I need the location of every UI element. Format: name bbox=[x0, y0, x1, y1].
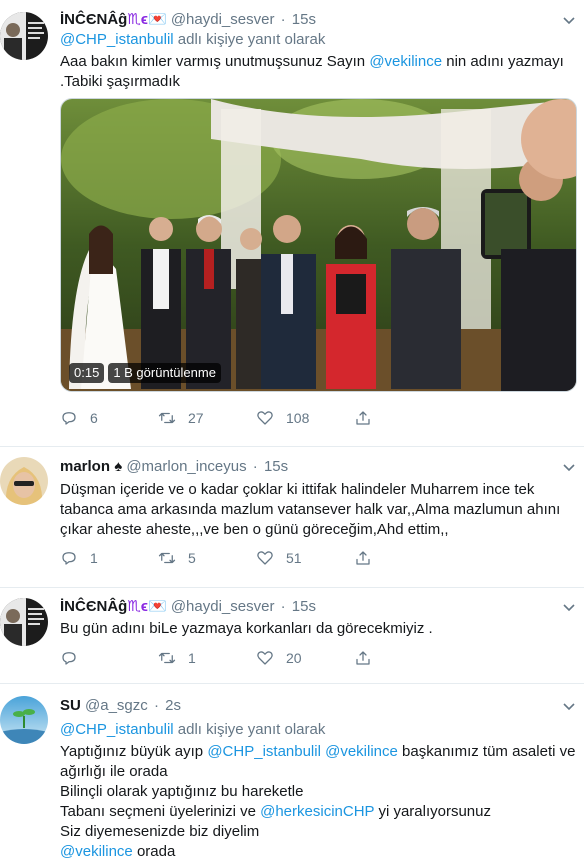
reply-icon bbox=[62, 652, 76, 665]
like-count: 20 bbox=[286, 650, 302, 666]
chevron-down-icon[interactable] bbox=[562, 14, 576, 28]
separator-dot: · bbox=[280, 11, 286, 28]
reply-count: 1 bbox=[90, 550, 98, 566]
replying-to: @CHP_istanbulil adlı kişiye yanıt olarak bbox=[60, 721, 326, 738]
video-badges: 0:15 1 B görüntülenme bbox=[69, 363, 221, 383]
display-name[interactable]: İΝĈЄΝÂĝ bbox=[60, 598, 127, 615]
replying-to: @CHP_istanbulil adlı kişiye yanıt olarak bbox=[60, 31, 326, 48]
mention-link[interactable]: @vekilince bbox=[369, 53, 442, 70]
tweet-text: Bu gün adını biLe yazmaya korkanları da … bbox=[60, 620, 433, 637]
avatar[interactable] bbox=[0, 12, 48, 60]
reply-button[interactable] bbox=[60, 646, 78, 670]
mention-link[interactable]: @vekilince bbox=[325, 743, 398, 760]
timestamp[interactable]: 2s bbox=[165, 697, 181, 714]
handle[interactable]: @marlon_inceyus bbox=[126, 458, 246, 475]
avatar[interactable] bbox=[0, 598, 48, 646]
mention-link[interactable]: @herkesicinCHP bbox=[260, 803, 374, 820]
tweet-text: Yaptığınız büyük ayıp @CHP_istanbulil @v… bbox=[60, 743, 576, 858]
handle[interactable]: @haydi_sesver bbox=[171, 598, 275, 615]
tweet-actions: 1 20 bbox=[60, 646, 580, 670]
name-emoji: ♏ϵ💌 bbox=[127, 11, 167, 28]
video-duration: 0:15 bbox=[69, 363, 105, 383]
mention-link[interactable]: @CHP_istanbulil bbox=[60, 721, 174, 738]
share-icon bbox=[356, 651, 370, 665]
separator-dot: · bbox=[252, 458, 258, 475]
reply-button[interactable]: 6 bbox=[60, 406, 98, 430]
share-button[interactable] bbox=[354, 406, 372, 430]
like-count: 51 bbox=[286, 550, 302, 566]
video-player[interactable]: 0:15 1 B görüntülenme bbox=[60, 98, 577, 392]
retweet-icon bbox=[158, 652, 176, 664]
tweet-header: İΝĈЄΝÂĝ♏ϵ💌 @haydi_sesver · 15s bbox=[60, 597, 316, 617]
chevron-down-icon[interactable] bbox=[562, 461, 576, 475]
handle[interactable]: @a_sgzc bbox=[85, 697, 148, 714]
tweet-1[interactable]: İΝĈЄΝÂĝ♏ϵ💌 @haydi_sesver · 15s @CHP_ista… bbox=[0, 0, 584, 447]
mention-link[interactable]: @CHP_istanbulil bbox=[207, 743, 321, 760]
tweet-text: Aaa bakın kimler varmış unutmuşsunuz Say… bbox=[60, 53, 564, 90]
share-button[interactable] bbox=[354, 646, 372, 670]
tweet-2[interactable]: marlon ♠ @marlon_inceyus · 15s Düşman iç… bbox=[0, 447, 584, 588]
reply-count: 6 bbox=[90, 410, 98, 426]
separator-dot: · bbox=[153, 697, 159, 714]
share-icon bbox=[356, 411, 370, 425]
retweet-count: 1 bbox=[188, 650, 196, 666]
share-icon bbox=[356, 551, 370, 565]
timestamp[interactable]: 15s bbox=[264, 458, 288, 475]
avatar[interactable] bbox=[0, 696, 48, 744]
retweet-icon bbox=[158, 552, 176, 564]
tweet-header: marlon ♠ @marlon_inceyus · 15s bbox=[60, 457, 288, 477]
retweet-button[interactable]: 1 bbox=[158, 646, 196, 670]
mention-link[interactable]: @vekilince bbox=[60, 843, 133, 858]
name-emoji: ♏ϵ💌 bbox=[127, 598, 167, 615]
video-views: 1 B görüntülenme bbox=[108, 363, 221, 383]
timestamp[interactable]: 15s bbox=[292, 598, 316, 615]
chevron-down-icon[interactable] bbox=[562, 700, 576, 714]
mention-link[interactable]: @CHP_istanbulil bbox=[60, 31, 174, 48]
retweet-count: 5 bbox=[188, 550, 196, 566]
like-count: 108 bbox=[286, 410, 310, 426]
timestamp[interactable]: 15s bbox=[292, 11, 316, 28]
like-icon bbox=[257, 651, 273, 665]
reply-button[interactable]: 1 bbox=[60, 546, 98, 570]
display-name[interactable]: marlon bbox=[60, 458, 110, 475]
tweet-4[interactable]: SU @a_sgzc · 2s @CHP_istanbulil adlı kiş… bbox=[0, 684, 584, 858]
display-name[interactable]: İΝĈЄΝÂĝ bbox=[60, 11, 127, 28]
chevron-down-icon[interactable] bbox=[562, 601, 576, 615]
tweet-actions: 6 27 108 bbox=[60, 406, 580, 430]
tweet-text: Düşman içeride ve o kadar çoklar ki itti… bbox=[60, 481, 561, 538]
like-button[interactable]: 108 bbox=[256, 406, 309, 430]
like-button[interactable]: 51 bbox=[256, 546, 302, 570]
avatar[interactable] bbox=[0, 457, 48, 505]
retweet-count: 27 bbox=[188, 410, 204, 426]
tweet-actions: 1 5 51 bbox=[60, 546, 580, 570]
separator-dot: · bbox=[280, 598, 286, 615]
tweet-3[interactable]: İΝĈЄΝÂĝ♏ϵ💌 @haydi_sesver · 15s Bu gün ad… bbox=[0, 588, 584, 684]
handle[interactable]: @haydi_sesver bbox=[171, 11, 275, 28]
video-thumbnail bbox=[61, 99, 576, 391]
retweet-icon bbox=[158, 412, 176, 424]
share-button[interactable] bbox=[354, 546, 372, 570]
reply-icon bbox=[62, 552, 76, 565]
name-emoji: ♠ bbox=[114, 458, 123, 475]
like-icon bbox=[257, 551, 273, 565]
tweet-header: SU @a_sgzc · 2s bbox=[60, 696, 181, 716]
retweet-button[interactable]: 5 bbox=[158, 546, 196, 570]
display-name[interactable]: SU bbox=[60, 697, 81, 714]
like-button[interactable]: 20 bbox=[256, 646, 302, 670]
reply-icon bbox=[62, 412, 76, 425]
tweet-header: İΝĈЄΝÂĝ♏ϵ💌 @haydi_sesver · 15s bbox=[60, 10, 316, 30]
retweet-button[interactable]: 27 bbox=[158, 406, 204, 430]
like-icon bbox=[257, 411, 273, 425]
